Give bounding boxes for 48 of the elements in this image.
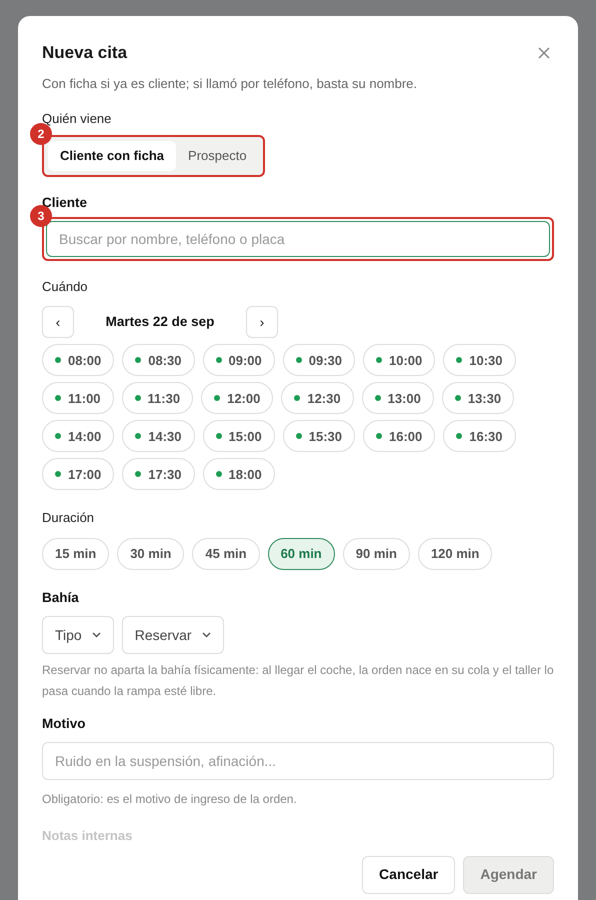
duration-chip[interactable]: 30 min: [117, 538, 184, 570]
duration-chip[interactable]: 90 min: [342, 538, 410, 570]
time-slot[interactable]: 18:00: [202, 458, 275, 490]
field-label: Motivo: [42, 715, 86, 733]
field-label: Bahía: [42, 588, 80, 607]
time-slot[interactable]: 13:00: [362, 382, 434, 414]
date-label: Martes 22 de sep: [104, 313, 216, 332]
time-slot[interactable]: 11:30: [122, 382, 194, 414]
duration-chip[interactable]: 60 min: [268, 538, 335, 570]
field-label: Duración: [42, 509, 96, 528]
time-slot[interactable]: 14:30: [122, 420, 194, 452]
time-slot[interactable]: 08:00: [42, 344, 114, 376]
dropdown[interactable]: Reservar: [122, 616, 224, 654]
time-slot[interactable]: 17:00: [42, 458, 114, 490]
time-slot[interactable]: 09:00: [202, 344, 275, 376]
chevron-down-icon: [92, 632, 101, 638]
time-slot[interactable]: 12:30: [281, 382, 354, 414]
next-day-button[interactable]: ›: [246, 306, 278, 338]
time-slot[interactable]: 12:00: [201, 382, 274, 414]
time-slot[interactable]: 10:30: [443, 344, 516, 376]
time-slot[interactable]: 16:30: [443, 420, 516, 452]
time-slot[interactable]: 16:00: [363, 420, 436, 452]
segment-tab[interactable]: Prospecto: [176, 140, 259, 170]
time-slot[interactable]: 08:30: [122, 344, 194, 376]
search-field[interactable]: Buscar por nombre, teléfono o placa: [46, 220, 550, 257]
time-slot[interactable]: 17:30: [122, 458, 194, 490]
hint-text: Obligatorio: es el motivo de ingreso de la orden.: [42, 791, 298, 808]
field-label: Cuándo: [42, 278, 89, 296]
dialog-title: Nueva cita: [42, 42, 128, 64]
field-label: Notas internas: [42, 827, 134, 846]
cancel-button[interactable]: Cancelar: [362, 856, 456, 894]
time-slot[interactable]: 09:30: [282, 344, 355, 376]
previous-day-button[interactable]: ‹: [42, 306, 74, 338]
duration-chip[interactable]: 45 min: [192, 538, 260, 570]
time-slot[interactable]: 10:00: [363, 344, 436, 376]
time-slot[interactable]: 13:30: [442, 382, 514, 414]
chevron-down-icon: [202, 632, 211, 638]
time-slot[interactable]: 11:00: [42, 382, 114, 414]
reason-field[interactable]: Ruido en la suspensión, afinación...: [42, 742, 554, 780]
hint-text: Reservar no aparta la bahía físicamente: al llegar el coche, la orden nace en su cola y el taller lo pasa cuando la rampa esté libre.: [42, 662, 554, 700]
dialog-subtitle: Con ficha si ya es cliente; si llamó por teléfono, basta su nombre.: [42, 74, 418, 93]
time-slot[interactable]: 14:00: [42, 420, 114, 452]
time-slot[interactable]: 15:00: [202, 420, 275, 452]
segment-tab[interactable]: Cliente con ficha: [48, 140, 176, 170]
duration-chip[interactable]: 120 min: [418, 538, 492, 570]
time-slot[interactable]: 15:30: [282, 420, 355, 452]
duration-chip[interactable]: 15 min: [42, 538, 110, 570]
dropdown[interactable]: Tipo: [42, 616, 114, 654]
